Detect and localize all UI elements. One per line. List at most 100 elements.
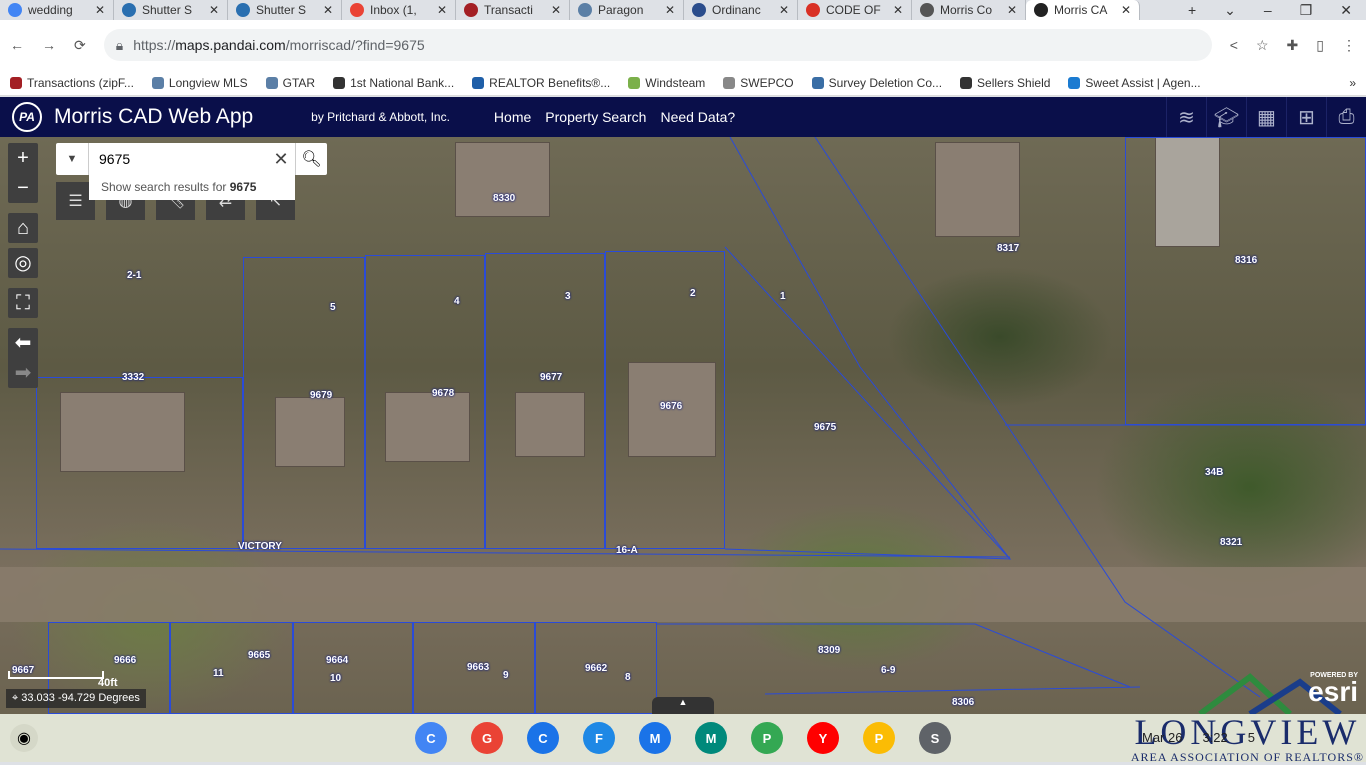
tab-favicon-icon	[692, 3, 706, 17]
browser-tab[interactable]: Shutter S ✕	[228, 0, 342, 20]
locate-button[interactable]: ◎	[8, 248, 38, 278]
url-field[interactable]: 🔒︎ https://maps.pandai.com/morriscad/?fi…	[103, 29, 1212, 61]
menu-icon[interactable]: ⋮	[1342, 37, 1356, 54]
forward-icon[interactable]: →	[42, 37, 56, 53]
new-tab-icon[interactable]: +	[1188, 2, 1196, 19]
browser-tab[interactable]: Transacti ✕	[456, 0, 570, 20]
graduation-cap-icon[interactable]: 🎓︎	[1206, 97, 1246, 137]
bookmark-favicon-icon	[1068, 76, 1081, 89]
browser-tab[interactable]: Shutter S ✕	[114, 0, 228, 20]
bookmark[interactable]: SWEPCO	[723, 76, 794, 90]
launcher-button[interactable]: ◉	[10, 724, 38, 752]
collapse-panel-button[interactable]: ▲	[652, 697, 714, 714]
crosshair-icon: ⌖	[12, 692, 22, 704]
extensions-icon[interactable]: ✚	[1287, 37, 1299, 54]
browser-tab[interactable]: Morris CA ✕	[1026, 0, 1140, 20]
bookmark[interactable]: Windsteam	[628, 76, 705, 90]
search-input[interactable]	[89, 143, 267, 175]
close-tab-icon[interactable]: ✕	[665, 3, 675, 17]
close-tab-icon[interactable]: ✕	[1121, 3, 1131, 17]
tab-search-icon[interactable]: ⌄	[1224, 2, 1236, 19]
nav-property-search[interactable]: Property Search	[545, 109, 646, 125]
parcel-label: 1	[780, 291, 786, 302]
close-tab-icon[interactable]: ✕	[1007, 3, 1017, 17]
browser-tab[interactable]: wedding ✕	[0, 0, 114, 20]
shelf-app-youtube-icon[interactable]: Y	[807, 722, 839, 754]
browser-tab[interactable]: Paragon ✕	[570, 0, 684, 20]
byline: by Pritchard & Abbott, Inc.	[311, 110, 450, 124]
reload-icon[interactable]: ⟳	[74, 37, 86, 54]
bookmark[interactable]: GTAR	[265, 76, 315, 90]
shelf-app-calendar-icon[interactable]: C	[527, 722, 559, 754]
window-controls: + ⌄ – ❐ ✕	[1188, 2, 1366, 19]
bookmark[interactable]: Survey Deletion Co...	[811, 76, 942, 90]
search-suggestion[interactable]: Show search results for 9675	[89, 175, 295, 200]
next-extent-button[interactable]: ➡	[8, 358, 38, 388]
browser-tab[interactable]: Ordinanc ✕	[684, 0, 798, 20]
clear-search-icon[interactable]: ✕	[267, 143, 295, 175]
browser-tab[interactable]: Inbox (1, ✕	[342, 0, 456, 20]
bookmark[interactable]: Transactions (zipF...	[10, 76, 134, 90]
browser-tab[interactable]: CODE OF ✕	[798, 0, 912, 20]
url-host: maps.pandai.com	[175, 37, 286, 53]
shelf-app-play-store-icon[interactable]: P	[751, 722, 783, 754]
address-bar-row: ← → ⟳ 🔒︎ https://maps.pandai.com/morrisc…	[0, 20, 1366, 70]
parcel-label: 16-A	[616, 545, 638, 556]
tab-favicon-icon	[464, 3, 478, 17]
minimize-icon[interactable]: –	[1264, 2, 1272, 19]
shelf-app-gmail-icon[interactable]: G	[471, 722, 503, 754]
browser-tab[interactable]: Morris Co ✕	[912, 0, 1026, 20]
shelf-app-meet-icon[interactable]: M	[695, 722, 727, 754]
shelf-app-settings-icon[interactable]: S	[919, 722, 951, 754]
map-view[interactable]: 8330 8317 8316 2-1 5 4 3 2 1 3332 9679 9…	[0, 137, 1366, 714]
search-widget: ▼ ✕ 🔍︎	[56, 143, 327, 175]
add-map-icon[interactable]: ⊞	[1286, 97, 1326, 137]
nav-home[interactable]: Home	[494, 109, 531, 125]
tab-favicon-icon	[920, 3, 934, 17]
status-area[interactable]: Mar 26 3:22 5	[1142, 730, 1255, 745]
search-source-dropdown[interactable]: ▼	[56, 143, 89, 175]
close-tab-icon[interactable]: ✕	[893, 3, 903, 17]
grid-icon[interactable]: ▦	[1246, 97, 1286, 137]
search-icon[interactable]: 🔍︎	[295, 143, 327, 175]
fullscreen-button[interactable]: ⛶	[8, 288, 38, 318]
close-tab-icon[interactable]: ✕	[437, 3, 447, 17]
close-tab-icon[interactable]: ✕	[779, 3, 789, 17]
more-bookmarks-button[interactable]: »	[1349, 76, 1356, 90]
bookmark[interactable]: REALTOR Benefits®...	[472, 76, 610, 90]
close-window-icon[interactable]: ✕	[1340, 2, 1352, 19]
close-tab-icon[interactable]: ✕	[323, 3, 333, 17]
zoom-in-button[interactable]: +	[8, 143, 38, 173]
close-tab-icon[interactable]: ✕	[209, 3, 219, 17]
close-tab-icon[interactable]: ✕	[551, 3, 561, 17]
shelf-app-messages-icon[interactable]: M	[639, 722, 671, 754]
tab-title: Shutter S	[256, 3, 307, 17]
bookmark[interactable]: Sweet Assist | Agen...	[1068, 76, 1201, 90]
shelf-app-photos-icon[interactable]: P	[863, 722, 895, 754]
restore-icon[interactable]: ❐	[1300, 2, 1313, 19]
side-panel-icon[interactable]: ▯	[1316, 37, 1324, 54]
bookmark[interactable]: Longview MLS	[151, 76, 248, 90]
back-icon[interactable]: ←	[10, 37, 24, 53]
bookmark[interactable]: 1st National Bank...	[333, 76, 454, 90]
close-tab-icon[interactable]: ✕	[95, 3, 105, 17]
coordinate-readout: ⌖ 33.033 -94.729 Degrees	[6, 689, 146, 708]
shelf-app-files-icon[interactable]: F	[583, 722, 615, 754]
zoom-out-button[interactable]: −	[8, 173, 38, 203]
star-icon[interactable]: ☆	[1256, 37, 1269, 54]
print-icon[interactable]: ⎙	[1326, 97, 1366, 137]
home-button[interactable]: ⌂	[8, 213, 38, 243]
parcel-label: 9	[503, 670, 509, 681]
date: Mar 26	[1142, 730, 1183, 745]
bookmark[interactable]: Sellers Shield	[960, 76, 1050, 90]
layers-icon[interactable]: ≋	[1166, 97, 1206, 137]
bookmark-favicon-icon	[472, 76, 485, 89]
shelf-app-chrome-icon[interactable]: C	[415, 722, 447, 754]
notification-count: 5	[1247, 730, 1256, 745]
previous-extent-button[interactable]: ⬅	[8, 328, 38, 358]
nav-need-data[interactable]: Need Data?	[660, 109, 735, 125]
bookmark-favicon-icon	[811, 76, 824, 89]
share-icon[interactable]: <	[1230, 37, 1238, 53]
parcel-label: 3	[565, 291, 571, 302]
pa-logo: PA	[12, 102, 42, 132]
